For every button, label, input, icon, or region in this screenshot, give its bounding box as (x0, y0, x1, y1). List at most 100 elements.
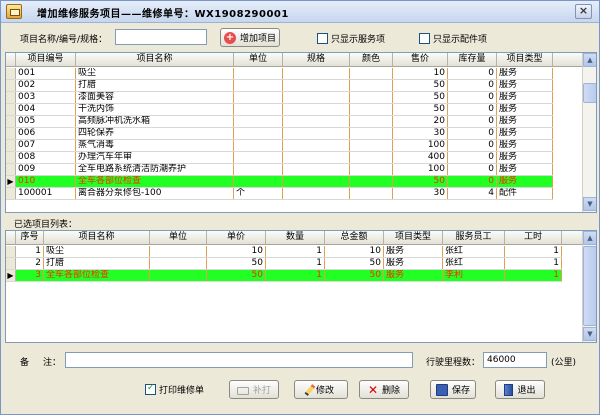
table-cell: 3 (16, 270, 44, 281)
close-icon: × (578, 4, 589, 17)
table-cell: 50 (207, 270, 266, 281)
table-row[interactable]: ▶ 010 全车各部位检查 50 0 服务 (6, 176, 553, 188)
table-row[interactable]: 2 打腊 50 1 50 服务 张红 1 (6, 258, 562, 270)
table-cell: 1 (266, 270, 325, 281)
reprint-button[interactable]: 补打 (229, 380, 279, 399)
table-cell (350, 176, 393, 187)
table-cell (234, 164, 283, 175)
table-cell: 服务 (384, 270, 443, 281)
edit-button[interactable]: 修改 (294, 380, 348, 399)
title-bar: 增加维修服务项目——维修单号：WX1908290001 × (1, 1, 599, 23)
column-header[interactable]: 单位 (150, 231, 207, 244)
items-scrollbar[interactable]: ▲ ▼ (582, 53, 596, 212)
table-cell: 0 (448, 152, 497, 163)
row-indicator (6, 104, 16, 115)
scroll-thumb[interactable] (583, 246, 596, 326)
print-order-checkbox[interactable] (145, 383, 156, 395)
save-button[interactable]: 保存 (430, 380, 476, 399)
table-row[interactable]: 006 四轮保养 30 0 服务 (6, 128, 553, 140)
column-header[interactable]: 项目名称 (44, 231, 150, 244)
column-header[interactable]: 规格 (283, 53, 350, 66)
column-header[interactable]: 库存量 (448, 53, 497, 66)
table-cell: 0 (448, 128, 497, 139)
selected-scrollbar[interactable]: ▲ ▼ (582, 231, 596, 342)
add-item-label: 增加项目 (239, 34, 276, 44)
only-parts-checkbox[interactable] (419, 33, 430, 44)
column-header[interactable]: 项目类型 (497, 53, 553, 66)
table-row[interactable]: 004 干洗内饰 50 0 服务 (6, 104, 553, 116)
row-indicator (6, 68, 16, 79)
table-cell: 50 (393, 176, 448, 187)
table-cell: 100001 (16, 188, 76, 199)
table-cell: 打腊 (76, 80, 234, 91)
table-cell: 服务 (497, 68, 553, 79)
table-cell (350, 128, 393, 139)
column-header[interactable]: 数量 (266, 231, 325, 244)
column-header[interactable]: 售价 (393, 53, 448, 66)
exit-label: 退出 (517, 386, 536, 396)
column-header[interactable]: 项目名称 (76, 53, 234, 66)
table-cell: 010 (16, 176, 76, 187)
items-table: 项目编号 项目名称 单位 规格 颜色 售价 库存量 项目类型 001 吸尘 10 0 服务 002 打腊 5… (5, 52, 597, 213)
table-cell: 干洗内饰 (76, 104, 234, 115)
delete-button[interactable]: ✕ 删除 (359, 380, 409, 399)
only-service-checkbox[interactable] (317, 33, 328, 44)
row-indicator-header (6, 231, 16, 244)
table-cell: 0 (448, 68, 497, 79)
table-cell: 服务 (497, 92, 553, 103)
table-row[interactable]: ▶ 3 全车各部位检查 50 1 50 服务 李利 1 (6, 270, 562, 282)
mileage-input[interactable] (483, 352, 547, 368)
only-parts-label: 只显示配件项 (433, 35, 488, 45)
table-cell (234, 140, 283, 151)
add-item-button[interactable]: + 增加项目 (220, 28, 280, 47)
table-row[interactable]: 001 吸尘 10 0 服务 (6, 68, 553, 80)
close-button[interactable]: × (575, 4, 592, 19)
table-row[interactable]: 009 全车电路系统清洁防潮养护 100 0 服务 (6, 164, 553, 176)
row-indicator (6, 80, 16, 91)
row-indicator (6, 188, 16, 199)
table-cell: 服务 (497, 140, 553, 151)
column-header[interactable]: 单价 (207, 231, 266, 244)
table-row[interactable]: 005 高频脉冲机洗水箱 20 0 服务 (6, 116, 553, 128)
scroll-up-icon[interactable]: ▲ (583, 53, 596, 67)
exit-button[interactable]: 退出 (495, 380, 545, 399)
mileage-unit: (公里) (551, 358, 577, 368)
table-cell (150, 246, 207, 257)
table-row[interactable]: 100001 离合器分泵修包-100 个 30 4 配件 (6, 188, 553, 200)
table-row[interactable]: 003 漆面美容 50 0 服务 (6, 92, 553, 104)
table-cell (350, 152, 393, 163)
table-row[interactable]: 008 办理汽车年审 400 0 服务 (6, 152, 553, 164)
row-indicator (6, 246, 16, 257)
column-header[interactable]: 总金额 (325, 231, 384, 244)
items-table-header: 项目编号 项目名称 单位 规格 颜色 售价 库存量 项目类型 (6, 53, 583, 67)
table-cell: 0 (448, 116, 497, 127)
table-cell: 服务 (497, 116, 553, 127)
column-header[interactable]: 工时 (505, 231, 562, 244)
table-row[interactable]: 1 吸尘 10 1 10 服务 张红 1 (6, 246, 562, 258)
column-header[interactable]: 序号 (16, 231, 44, 244)
scroll-thumb[interactable] (583, 83, 596, 103)
pencil-icon (304, 383, 316, 396)
table-cell: 005 (16, 116, 76, 127)
table-cell: 全车各部位检查 (44, 270, 150, 281)
table-cell: 008 (16, 152, 76, 163)
column-header[interactable]: 单位 (234, 53, 283, 66)
search-input[interactable] (115, 29, 207, 45)
table-cell (350, 164, 393, 175)
table-row[interactable]: 007 蒸气消毒 100 0 服务 (6, 140, 553, 152)
table-cell: 20 (393, 116, 448, 127)
column-header[interactable]: 服务员工 (443, 231, 505, 244)
scroll-down-icon[interactable]: ▼ (583, 197, 596, 211)
scroll-up-icon[interactable]: ▲ (583, 231, 596, 245)
table-cell: 2 (16, 258, 44, 269)
column-header[interactable]: 项目编号 (16, 53, 76, 66)
table-cell: 服务 (497, 128, 553, 139)
column-header[interactable]: 颜色 (350, 53, 393, 66)
table-cell: 0 (448, 140, 497, 151)
remark-input[interactable] (65, 352, 413, 368)
column-header[interactable]: 项目类型 (384, 231, 443, 244)
table-cell: 10 (207, 246, 266, 257)
table-cell (283, 188, 350, 199)
scroll-down-icon[interactable]: ▼ (583, 327, 596, 341)
table-row[interactable]: 002 打腊 50 0 服务 (6, 80, 553, 92)
